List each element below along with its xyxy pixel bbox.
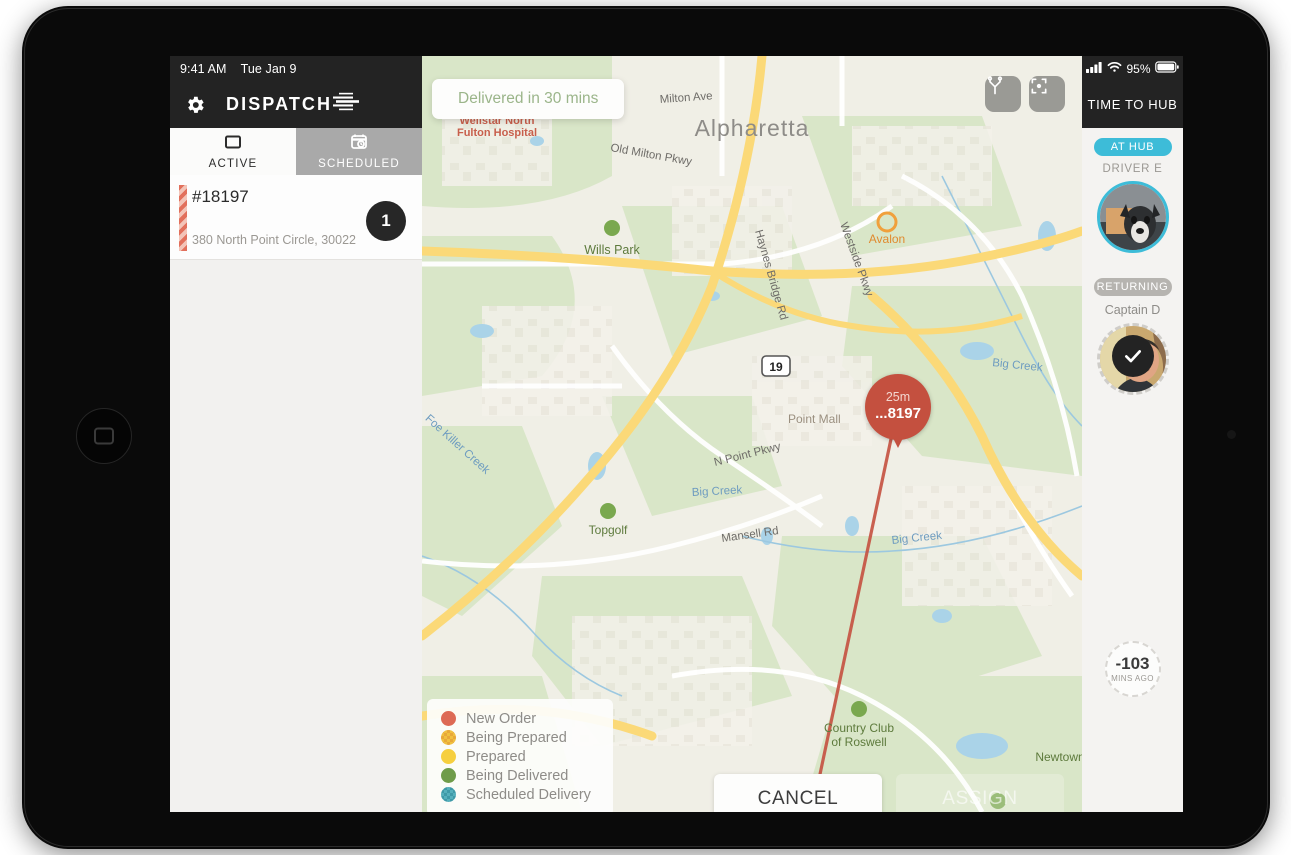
tab-active-label: ACTIVE [209,158,258,170]
order-address: 380 North Point Circle, 30022 [192,233,356,247]
legend-item: Prepared [441,747,591,766]
driver-avatar-dog[interactable] [1097,181,1169,253]
driver-name: Captain D [1082,303,1183,317]
calendar-clock-icon [350,133,368,155]
legend-dot-prepared [441,749,456,764]
home-button-glyph [94,428,114,445]
order-count-badge: 1 [366,201,406,241]
cellular-signal-icon [1086,60,1103,78]
driver-time-badge: -103 MINS AGO [1105,641,1161,697]
assign-button: ASSIGN [896,774,1064,812]
tab-bar: ACTIVE SCHEDULED [170,128,422,175]
svg-text:19: 19 [769,360,783,374]
wifi-icon [1107,60,1122,78]
delivery-eta-text: Delivered in 30 mins [458,90,598,107]
delivery-eta-toast: Delivered in 30 mins [432,79,624,119]
tab-scheduled-label: SCHEDULED [318,158,400,170]
battery-percent-label: 95% [1126,62,1150,76]
highway-shield-19: 19 [762,356,790,376]
status-time: 9:41 AM [180,62,227,76]
tab-scheduled[interactable]: SCHEDULED [296,128,422,175]
svg-text:Topgolf: Topgolf [589,523,628,537]
marker-tail [889,430,907,448]
legend-label: Being Prepared [466,730,567,746]
legend-dot-being-delivered [441,768,456,783]
legend-dot-scheduled-delivery [441,787,456,802]
crosshair-focus-icon[interactable] [1029,76,1065,112]
sidebar: 9:41 AM Tue Jan 9 DISPATCH [170,56,422,812]
legend-label: New Order [466,711,536,727]
svg-text:Country Club: Country Club [824,721,894,735]
svg-text:Avalon: Avalon [869,232,905,246]
home-button[interactable] [76,408,132,464]
legend-dot-new-order [441,711,456,726]
tab-active[interactable]: ACTIVE [170,128,296,175]
order-map-marker[interactable]: 25m ...8197 [865,374,931,440]
order-list-item[interactable]: #18197 380 North Point Circle, 30022 1 [170,175,422,260]
marker-eta-label: 25m [886,391,910,405]
square-outline-icon [224,134,242,155]
driver-name: DRIVER E [1082,163,1183,175]
status-bar-left: 9:41 AM Tue Jan 9 [170,56,422,81]
brand: DISPATCH [226,92,359,117]
app-bar: DISPATCH [170,81,422,128]
legend-item: Being Prepared [441,728,591,747]
legend-label: Being Delivered [466,768,568,784]
brand-title: DISPATCH [226,94,332,115]
svg-text:Point Mall: Point Mall [788,412,841,426]
order-list: #18197 380 North Point Circle, 30022 1 [170,175,422,812]
legend-dot-being-prepared [441,730,456,745]
tablet-device-frame: Wellstar North Fulton Hospital Wills Par… [22,6,1270,849]
legend-label: Prepared [466,749,526,765]
driver-time-value: -103 [1115,655,1149,672]
route-fork-icon[interactable] [985,76,1021,112]
marker-order-label: ...8197 [875,405,921,423]
map-legend: New Order Being Prepared Prepared Being … [427,699,613,812]
order-status-stripe [179,185,187,251]
map-canvas[interactable]: Wellstar North Fulton Hospital Wills Par… [422,56,1082,812]
svg-text:of Roswell: of Roswell [831,735,886,749]
status-bar-right: 95% [1082,56,1183,81]
legend-item: Scheduled Delivery [441,785,591,804]
svg-text:Newtown Park: Newtown Park [1035,750,1082,764]
legend-item: New Order [441,709,591,728]
status-date: Tue Jan 9 [241,62,297,76]
svg-text:Fulton Hospital: Fulton Hospital [457,127,537,139]
driver-status-badge: AT HUB [1094,138,1172,156]
panel-title: TIME TO HUB [1088,97,1178,112]
front-camera-icon [1227,430,1236,439]
svg-text:Wills Park: Wills Park [584,243,640,257]
battery-icon [1155,60,1179,78]
tablet-screen: Wellstar North Fulton Hospital Wills Par… [170,56,1183,812]
driver-time-unit: MINS AGO [1111,674,1154,683]
driver-status-badge: RETURNING [1094,278,1172,296]
driver-card-1[interactable]: AT HUB DRIVER E [1082,128,1183,253]
dispatch-lines-icon [333,92,359,117]
check-icon [1112,335,1154,377]
drivers-panel: 95% TIME TO HUB AT HUB DRIVER E [1082,56,1183,812]
panel-title-bar: TIME TO HUB [1082,81,1183,128]
svg-text:Alpharetta: Alpharetta [695,115,810,141]
map-action-bar: CANCEL ASSIGN [714,774,1064,812]
legend-label: Scheduled Delivery [466,787,591,803]
cancel-button[interactable]: CANCEL [714,774,882,812]
legend-item: Being Delivered [441,766,591,785]
gear-icon[interactable] [184,94,206,116]
